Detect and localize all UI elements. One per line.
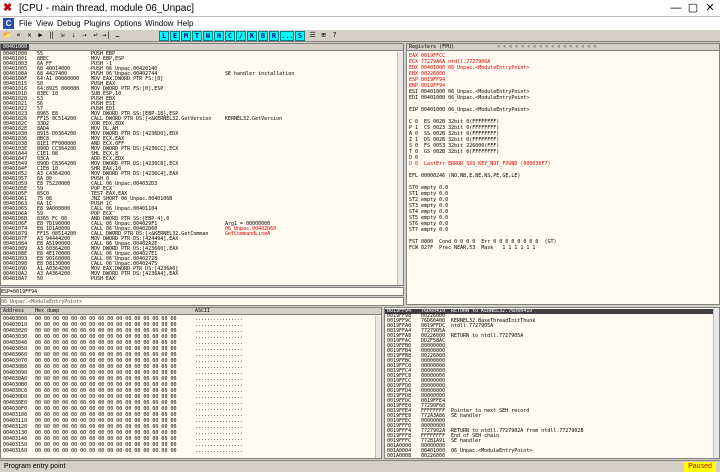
toolbar-window-button[interactable]: L (159, 31, 169, 41)
toolbar-window-button[interactable]: H (214, 31, 224, 41)
disassembly-pane[interactable]: 00401000 00401000 55 PUSH EBP 00401001 8BEC M… (0, 43, 404, 286)
toolbar-window-button[interactable]: M (181, 31, 191, 41)
close-button[interactable]: ✕ (702, 0, 718, 17)
info-line-1: ESP=0019FF94 (0, 287, 404, 296)
menu-window[interactable]: Window (145, 17, 173, 30)
maximize-button[interactable]: ▢ (685, 0, 701, 17)
stack-scrollbar[interactable] (713, 308, 719, 458)
toolbar-button[interactable]: ⇢ (80, 31, 89, 40)
registers-pane[interactable]: Registers (FPU) < < < < < < < < < < < < … (406, 43, 720, 305)
registers-nav-arrows[interactable]: < < < < < < < < < < < < < < < < < (497, 44, 596, 51)
toolbar-button[interactable]: ‖ (47, 31, 56, 40)
toolbar-button[interactable]: ↩ (91, 31, 100, 40)
disasm-address: 004010A7 (3, 276, 28, 282)
disasm-command: PUSH EAX (91, 276, 116, 282)
disasm-scrollbar[interactable] (397, 52, 403, 285)
info-line-2: 06_Unpac.<ModuleEntryPoint> (0, 297, 404, 306)
dump-ascii: ................ (195, 448, 244, 454)
register-line[interactable]: FCW 027F Prec NEAR,53 Mask 1 1 1 1 1 1 (409, 245, 719, 251)
toolbar-window-button[interactable]: W (203, 31, 213, 41)
disasm-address-header: 00401000 (1, 44, 30, 50)
toolbar-button[interactable]: « (14, 31, 23, 40)
toolbar-button[interactable]: ✕ (25, 31, 34, 40)
dump-header: Address Hex dump ASCII (1, 308, 381, 315)
title-bar: ✖ [CPU - main thread, module 06_Unpac] —… (0, 0, 720, 17)
menu-plugins[interactable]: Plugins (84, 17, 110, 30)
menu-file[interactable]: File (19, 17, 32, 30)
disassembly-header: 00401000 (1, 44, 403, 51)
minimize-button[interactable]: — (668, 0, 684, 17)
menu-options[interactable]: Options (114, 17, 142, 30)
toolbar-window-button[interactable]: B (258, 31, 268, 41)
toolbar-button[interactable]: →| (102, 31, 111, 40)
dump-pane[interactable]: Address Hex dump ASCII 00403000 00 00 00 … (0, 307, 382, 459)
status-text: Program entry point (4, 463, 66, 470)
registers-header: Registers (FPU) < < < < < < < < < < < < … (407, 44, 719, 51)
menu-debug[interactable]: Debug (57, 17, 81, 30)
registers-title: Registers (FPU) (409, 44, 455, 50)
toolbar-button[interactable]: ⊞ (319, 31, 328, 40)
dump-ascii-column[interactable]: ASCII (195, 308, 210, 315)
toolbar: 📂 «✕ ▶ ‖ ⇲ ⇣ ⇢ ↩ →|… L E M T W H C / K B R... S ☰ ⊞? (0, 30, 720, 42)
window-title: [CPU - main thread, module 06_Unpac] (19, 3, 195, 14)
toolbar-button[interactable]: ☰ (308, 31, 317, 40)
paused-badge: Paused (684, 462, 716, 472)
toolbar-window-button[interactable]: ... (280, 31, 294, 41)
dump-address: 00403160 (3, 448, 28, 454)
dump-row[interactable]: 00403160 00 00 00 00 00 00 00 00 00 00 00… (1, 448, 381, 454)
toolbar-window-button[interactable]: K (247, 31, 257, 41)
stack-pane[interactable]: 0019FF94 76D60419 RETURN to KERNEL32.76D60… (384, 307, 720, 459)
stack-row[interactable]: 001A0008 00226000 (385, 453, 719, 459)
menu-help[interactable]: Help (177, 17, 193, 30)
toolbar-button[interactable]: ⇲ (58, 31, 67, 40)
dump-hex-column[interactable]: Hex dump (35, 308, 59, 315)
toolbar-button[interactable]: … (113, 31, 122, 40)
stack-value: 00226000 (421, 453, 446, 459)
toolbar-window-button[interactable]: R (269, 31, 279, 41)
toolbar-window-button[interactable]: E (170, 31, 180, 41)
cpu-window-icon[interactable]: C (3, 18, 14, 29)
menu-bar: C File View Debug Plugins Options Window… (0, 17, 720, 30)
disasm-hex: 50 (37, 276, 44, 282)
toolbar-button[interactable]: ▶ (36, 31, 45, 40)
toolbar-button[interactable]: ⇣ (69, 31, 78, 40)
dump-scrollbar[interactable] (375, 316, 381, 458)
bug-x-icon[interactable]: ✖ (3, 3, 14, 14)
dump-hex: 00 00 00 00 00 00 00 00 00 00 00 00 00 0… (35, 448, 177, 454)
status-bar: Program entry point Paused (0, 460, 720, 472)
toolbar-window-button[interactable]: T (192, 31, 202, 41)
menu-view[interactable]: View (36, 17, 53, 30)
dump-address-column[interactable]: Address (3, 308, 24, 315)
toolbar-window-button[interactable]: S (295, 31, 305, 41)
toolbar-button[interactable]: 📂 (3, 31, 12, 40)
stack-address: 001A0008 (387, 453, 412, 459)
toolbar-window-button[interactable]: / (236, 31, 246, 41)
disasm-row[interactable]: 004010A7 50 PUSH EAX (1, 276, 403, 282)
toolbar-button[interactable]: ? (330, 31, 339, 40)
toolbar-window-button[interactable]: C (225, 31, 235, 41)
